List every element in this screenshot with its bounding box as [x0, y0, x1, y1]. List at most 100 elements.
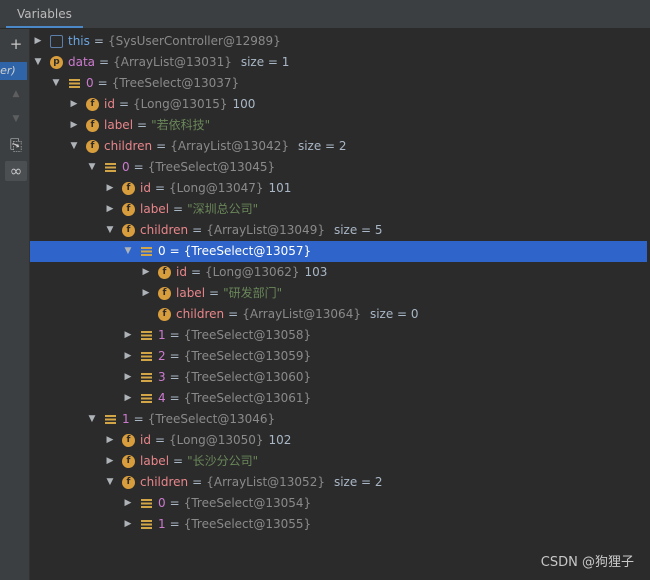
expanded-arrow-icon[interactable]: ▼ — [122, 241, 134, 262]
tree-row-text: 1 = {TreeSelect@13046} — [122, 409, 275, 430]
equals-sign: = — [154, 181, 166, 195]
tree-row[interactable]: ▼ p data = {ArrayList@13031} size = 1 — [30, 52, 650, 73]
tree-row[interactable]: ▼ f children = {ArrayList@13052} size = 2 — [30, 472, 650, 493]
object-reference: {TreeSelect@13061} — [183, 391, 312, 405]
tab-variables[interactable]: Variables — [6, 0, 83, 28]
copy-icon: ⎘ — [9, 136, 22, 154]
tree-row[interactable]: f children = {ArrayList@13064} size = 0 — [30, 304, 650, 325]
equals-sign: = — [156, 139, 167, 153]
collapsed-arrow-icon[interactable]: ▶ — [122, 388, 134, 409]
variable-value: "研发部门" — [223, 286, 283, 300]
field-icon: f — [122, 476, 135, 489]
tree-row-text: children = {ArrayList@13052} size = 2 — [140, 472, 383, 493]
object-reference: {ArrayList@13052} — [206, 475, 325, 489]
expanded-arrow-icon[interactable]: ▼ — [86, 409, 98, 430]
equals-sign: = — [99, 55, 110, 69]
tree-row[interactable]: ▼ 0 = {TreeSelect@13045} — [30, 157, 650, 178]
field-icon: f — [122, 224, 135, 237]
tree-row[interactable]: ▶ f label = "研发部门" — [30, 283, 650, 304]
tree-row[interactable]: ▶ this = {SysUserController@12989} — [30, 31, 650, 52]
variable-name: children — [104, 139, 153, 153]
tree-row[interactable]: ▼ 1 = {TreeSelect@13046} — [30, 409, 650, 430]
variable-name: id — [176, 265, 187, 279]
equals-sign: = — [169, 517, 180, 531]
variable-name: label — [176, 286, 206, 300]
collapsed-arrow-icon[interactable]: ▶ — [122, 367, 134, 388]
collapsed-arrow-icon[interactable]: ▶ — [140, 262, 152, 283]
equals-sign: = — [169, 496, 180, 510]
field-icon: f — [158, 308, 171, 321]
collapsed-arrow-icon[interactable]: ▶ — [122, 346, 134, 367]
tree-row[interactable]: ▶ 2 = {TreeSelect@13059} — [30, 346, 650, 367]
equals-sign: = — [192, 475, 203, 489]
variable-name: 0 — [158, 496, 166, 510]
variable-name: label — [140, 202, 170, 216]
tree-row[interactable]: ▶ f id = {Long@13062} 103 — [30, 262, 650, 283]
variable-name: label — [140, 454, 170, 468]
collapsed-arrow-icon[interactable]: ▶ — [122, 514, 134, 535]
tree-row[interactable]: ▶ f label = "深圳总公司" — [30, 199, 650, 220]
object-icon — [50, 35, 63, 48]
expanded-arrow-icon[interactable]: ▼ — [32, 52, 44, 73]
collection-size: size = 1 — [240, 55, 290, 69]
collapsed-arrow-icon[interactable]: ▶ — [32, 31, 44, 52]
equals-sign: = — [169, 391, 180, 405]
collapsed-arrow-icon[interactable]: ▶ — [122, 493, 134, 514]
tree-row[interactable]: ▶ 3 = {TreeSelect@13060} — [30, 367, 650, 388]
move-down-button[interactable]: ▼ — [5, 109, 27, 129]
tree-row[interactable]: ▶ 4 = {TreeSelect@13061} — [30, 388, 650, 409]
expanded-arrow-icon[interactable]: ▼ — [86, 157, 98, 178]
tree-row[interactable]: ▼ 0 = {TreeSelect@13057} — [30, 241, 650, 262]
add-watch-button[interactable]: + — [5, 34, 27, 54]
move-up-button[interactable]: ▲ — [5, 84, 27, 104]
collapsed-arrow-icon[interactable]: ▶ — [104, 430, 116, 451]
equals-sign: = — [97, 76, 108, 90]
tree-row[interactable]: ▶ f label = "长沙分公司" — [30, 451, 650, 472]
field-icon: f — [158, 266, 171, 279]
expanded-arrow-icon[interactable]: ▼ — [104, 220, 116, 241]
variable-name: 0 — [158, 244, 166, 258]
field-icon: f — [86, 119, 99, 132]
equals-sign: = — [133, 412, 144, 426]
collapsed-arrow-icon[interactable]: ▶ — [122, 325, 134, 346]
panel-tabbar: Variables — [0, 0, 650, 29]
tree-row[interactable]: ▶ f id = {Long@13050} 102 — [30, 430, 650, 451]
tree-row-text: label = "长沙分公司" — [140, 451, 258, 472]
tree-row[interactable]: ▼ f children = {ArrayList@13049} size = 5 — [30, 220, 650, 241]
view-watches-button[interactable]: ∞ — [5, 161, 27, 181]
collapsed-arrow-icon[interactable]: ▶ — [104, 451, 116, 472]
tree-row-text: 0 = {TreeSelect@13045} — [122, 157, 275, 178]
expanded-arrow-icon[interactable]: ▼ — [50, 73, 62, 94]
equals-sign: = — [173, 454, 184, 468]
tree-row[interactable]: ▼ 0 = {TreeSelect@13037} — [30, 73, 650, 94]
arrow-up-icon: ▲ — [12, 89, 20, 99]
tree-row[interactable]: ▶ 1 = {TreeSelect@13055} — [30, 514, 650, 535]
tree-row-text: 1 = {TreeSelect@13058} — [158, 325, 311, 346]
collapsed-arrow-icon[interactable]: ▶ — [140, 283, 152, 304]
equals-sign: = — [93, 34, 104, 48]
tree-row[interactable]: ▼ f children = {ArrayList@13042} size = 2 — [30, 136, 650, 157]
expanded-arrow-icon[interactable]: ▼ — [104, 472, 116, 493]
copy-value-button[interactable]: ⎘ — [5, 135, 27, 155]
object-reference: {Long@13015} — [133, 97, 228, 111]
object-reference: {TreeSelect@13046} — [147, 412, 276, 426]
tree-row-text: id = {Long@13062} 103 — [176, 262, 327, 283]
frame-selector-clipped[interactable]: ller) — [0, 62, 27, 80]
tree-row[interactable]: ▶ 0 = {TreeSelect@13054} — [30, 493, 650, 514]
tree-row-text: children = {ArrayList@13049} size = 5 — [140, 220, 383, 241]
tree-row-text: label = "研发部门" — [176, 283, 282, 304]
variable-name: children — [176, 307, 225, 321]
equals-sign: = — [118, 97, 130, 111]
tree-row[interactable]: ▶ f id = {Long@13015} 100 — [30, 94, 650, 115]
tree-row[interactable]: ▶ 1 = {TreeSelect@13058} — [30, 325, 650, 346]
variable-name: 2 — [158, 349, 166, 363]
collapsed-arrow-icon[interactable]: ▶ — [104, 199, 116, 220]
collapsed-arrow-icon[interactable]: ▶ — [68, 115, 80, 136]
collapsed-arrow-icon[interactable]: ▶ — [104, 178, 116, 199]
tree-row[interactable]: ▶ f label = "若依科技" — [30, 115, 650, 136]
list-item-icon — [69, 79, 80, 88]
tree-row[interactable]: ▶ f id = {Long@13047} 101 — [30, 178, 650, 199]
expanded-arrow-icon[interactable]: ▼ — [68, 136, 80, 157]
object-reference: {TreeSelect@13059} — [183, 349, 312, 363]
collapsed-arrow-icon[interactable]: ▶ — [68, 94, 80, 115]
